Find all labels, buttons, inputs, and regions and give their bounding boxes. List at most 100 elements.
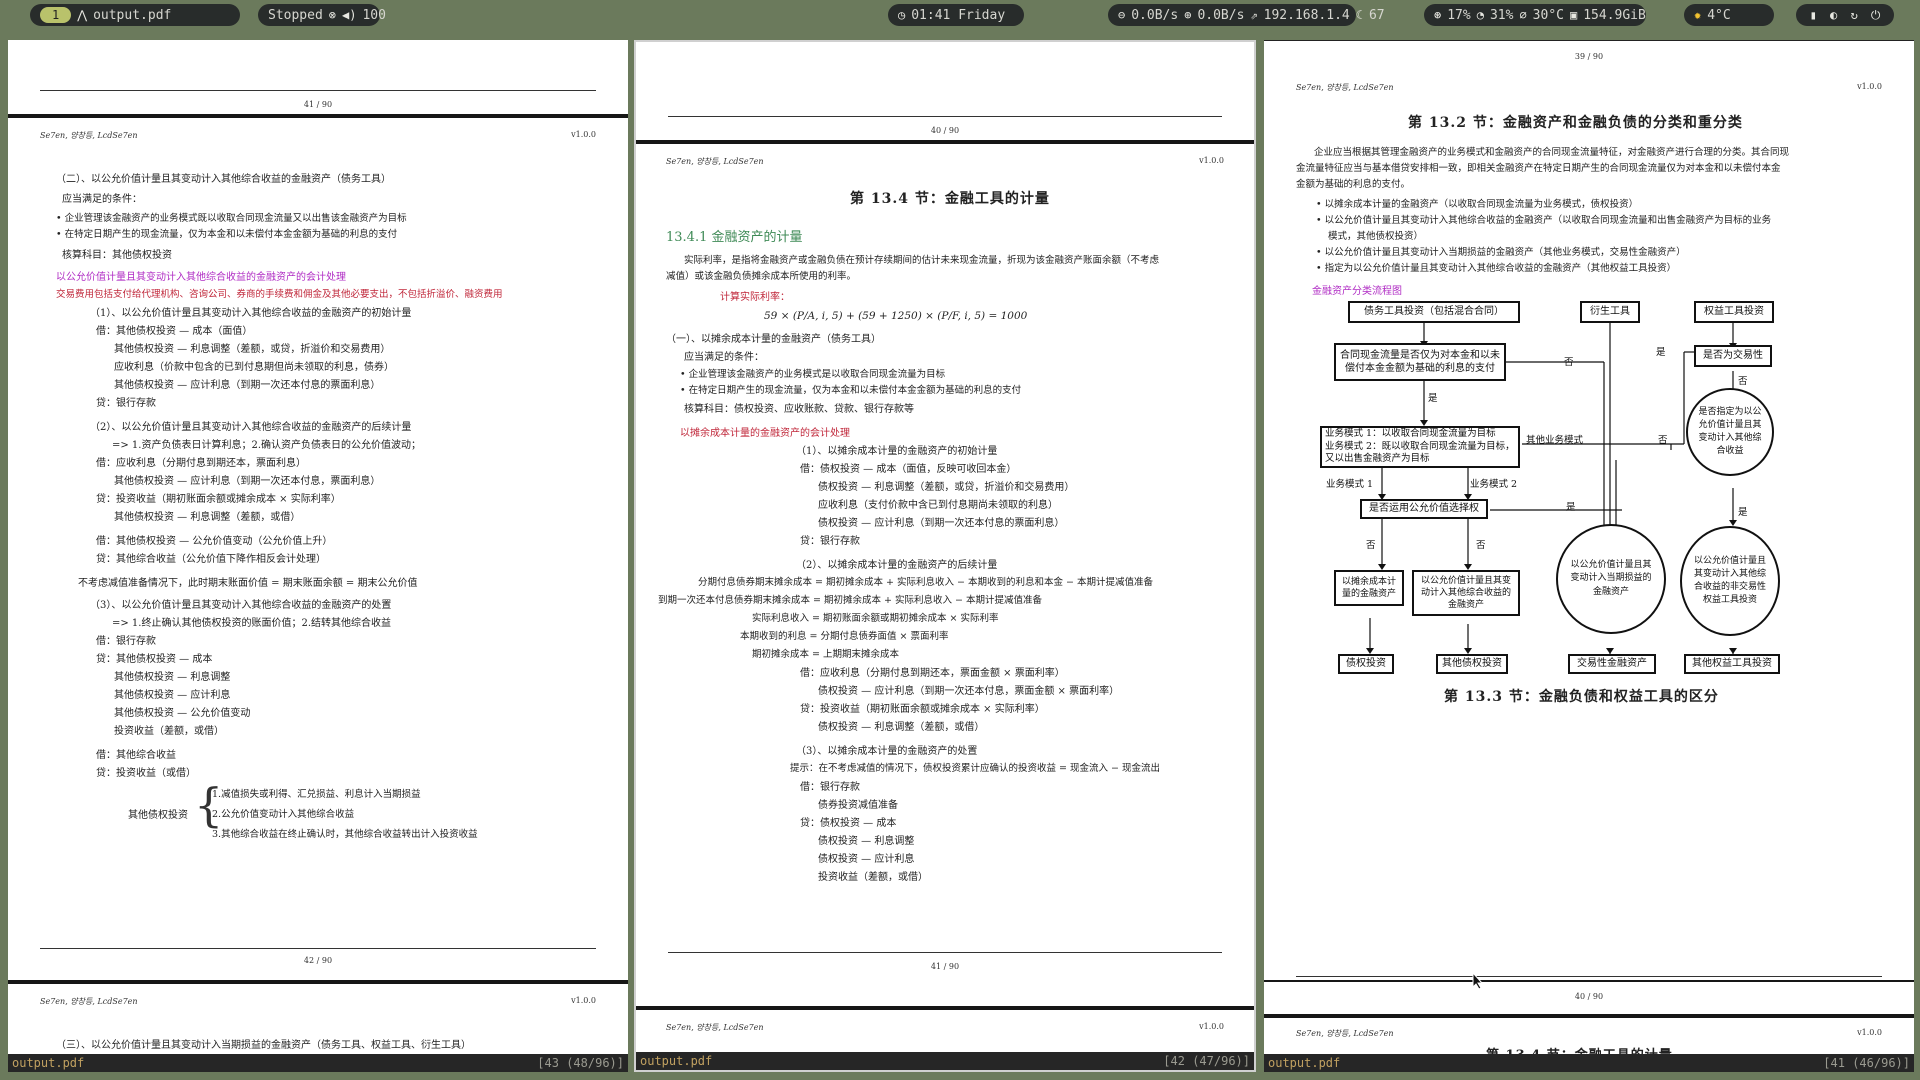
text-line: => 1.资产负债表日计算利息；2.确认资产负债表日的公允价值波动； <box>112 440 422 451</box>
flow-node-designated-fv: 是否指定为以公允价值计量且其变动计入其他综合收益 <box>1686 388 1774 476</box>
page-header-version: v1.0.0 <box>1857 1028 1882 1037</box>
text-line: 贷：投资收益（期初账面余额或摊余成本 × 实际利率） <box>800 704 1045 715</box>
ethernet-icon: ⇗ <box>1250 8 1258 22</box>
flow-label-no: 否 <box>1476 540 1486 551</box>
pdf-page: 40 / 90 <box>636 42 1254 140</box>
reboot-icon[interactable]: ↻ <box>1850 8 1857 22</box>
text-line: 其他债权投资 — 利息调整（差额，或借） <box>114 512 301 523</box>
text-line: 债权投资 — 应计利息（到期一次还本付息，票面金额 × 票面利率） <box>818 686 1120 697</box>
page-number: 40 / 90 <box>930 126 960 135</box>
text-line: 借：应收利息（分期付息到期还本，票面利息） <box>96 458 306 469</box>
text-line: 1.减值损失或利得、汇兑损益、利息计入当期损益 <box>212 789 421 800</box>
disk-free: 154.9GiB <box>1583 7 1646 23</box>
page-header-authors: Se7en, 양창등, LcdSe7en <box>1296 1029 1394 1038</box>
page-header-version: v1.0.0 <box>1199 156 1224 165</box>
pdf-page: Se7en, 양창등, LcdSe7en v1.0.0 第 13.4 节：金融工… <box>636 144 1254 1006</box>
section-heading: 以摊余成本计量的金融资产的会计处理 <box>680 428 850 439</box>
flow-label-model1: 业务模式 1 <box>1326 479 1374 490</box>
page-header-version: v1.0.0 <box>571 996 596 1005</box>
brace-label: 其他债权投资 <box>128 810 188 821</box>
text-line: 借：债权投资 — 成本（面值，反映可收回本金） <box>800 464 1017 475</box>
pdf-page: Se7en, 양창등, LcdSe7en v1.0.0 第 13.4 节：金融工… <box>1264 1018 1914 1058</box>
flow-label-yes: 是 <box>1428 393 1438 404</box>
subsection-title: 13.4.1 金融资产的计量 <box>666 230 803 245</box>
power-icon[interactable]: ⏻ <box>1871 8 1881 23</box>
temperature: 30°C <box>1532 7 1564 23</box>
lock-icon[interactable]: ▮ <box>1810 8 1817 22</box>
text-line: • 企业管理该金融资产的业务模式既以收取合同现金流量又以出售该金融资产为目标 <box>56 213 407 224</box>
text-line: 实际利息收入 = 期初账面余额或期初摊余成本 × 实际利率 <box>752 613 999 624</box>
text-line: 分期付息债券期末摊余成本 = 期初摊余成本 + 实际利息收入 − 本期收到的利息… <box>698 577 1153 588</box>
flow-label-yes: 是 <box>1566 502 1576 513</box>
text-line: （2）、以摊余成本计量的金融资产的后续计量 <box>796 560 998 571</box>
page-number: 41 / 90 <box>930 962 960 971</box>
text-line: 其他债权投资 — 应计利息（到期一次还本付息，票面利息） <box>114 476 381 487</box>
mem-usage: 31% <box>1489 7 1514 23</box>
text-line: 借：银行存款 <box>800 782 860 793</box>
text-line: （1）、以公允价值计量且其变动计入其他综合收益的金融资产的初始计量 <box>90 308 412 319</box>
logout-icon[interactable]: ◐ <box>1830 8 1837 22</box>
pdf-viewer-pane-middle[interactable]: 40 / 90 Se7en, 양창등, LcdSe7en v1.0.0 第 13… <box>634 40 1256 1072</box>
text-line: => 1.终止确认其他债权投资的账面价值；2.结转其他综合收益 <box>112 618 392 629</box>
text-line: • 在特定日期产生的现金流量，仅为本金和以未偿付本金金额为基础的利息的支付 <box>680 385 1022 396</box>
pdf-viewer-pane-left[interactable]: 41 / 90 Se7en, 양창등, LcdSe7en v1.0.0 （二）、… <box>8 40 628 1072</box>
sun-icon: ✹ <box>1694 8 1702 22</box>
flow-node-equity-instrument: 权益工具投资 <box>1694 301 1774 323</box>
system-pill: ⊛ 17% ◔ 31% ⌀ 30°C ▣ 154.9GiB <box>1424 4 1646 26</box>
workspace-indicator[interactable]: 1 <box>40 7 72 23</box>
text-line: 债权投资 — 利息调整（差额，或借） <box>818 722 985 733</box>
text-line: （二）、以公允价值计量且其变动计入其他综合收益的金融资产（债务工具） <box>56 174 391 185</box>
footer-rule <box>40 90 596 91</box>
network-pill: ⊖ 0.0B/s ⊕ 0.0B/s ⇗ 192.168.1.4 ☾ 67 <box>1108 4 1385 26</box>
footer-rule <box>668 116 1222 117</box>
text-line: • 在特定日期产生的现金流量，仅为本金和以未偿付本金金额为基础的利息的支付 <box>56 229 398 240</box>
text-line: 核算科目：债权投资、应收账款、贷款、银行存款等 <box>684 404 914 415</box>
text-line: （一）、以摊余成本计量的金融资产（债务工具） <box>666 334 881 345</box>
thermometer-icon: ⌀ <box>1519 8 1527 22</box>
text-line: 应当满足的条件： <box>684 352 764 363</box>
text-line: 借：其他债权投资 — 公允价值变动（公允价值上升） <box>96 536 333 547</box>
text-line: 实际利率，是指将金融资产或金融负债在预计存续期间的估计未来现金流量，折现为该金融… <box>684 252 1159 266</box>
page-header-version: v1.0.0 <box>1199 1022 1224 1031</box>
page-header-authors: Se7en, 양창등, LcdSe7en <box>666 157 764 166</box>
pdf-page: 40 / 90 <box>1264 982 1914 1014</box>
volume-icon[interactable]: ◀) <box>342 8 356 22</box>
clock[interactable]: 01:41 Friday <box>911 8 1005 23</box>
text-line: 贷：债权投资 — 成本 <box>800 818 897 829</box>
text-line: 3.其他综合收益在终止确认时，其他综合收益转出计入投资收益 <box>212 829 478 840</box>
flow-node-fv-option: 是否运用公允价值选择权 <box>1360 499 1488 519</box>
text-line: 不考虑减值准备情况下，此时期末账面价值 = 期末账面余额 = 期末公允价值 <box>78 578 418 589</box>
flow-node-fvoci-equity: 以公允价值计量且其变动计入其他综合收益的非交易性权益工具投资 <box>1680 526 1780 636</box>
text-line: 投资收益（差额，或借） <box>114 726 224 737</box>
text-line: 贷：投资收益（或借） <box>96 768 196 779</box>
status-filename: output.pdf <box>640 1054 713 1068</box>
text-line: 期初摊余成本 = 上期期末摊余成本 <box>752 649 899 660</box>
text-line: 借：其他综合收益 <box>96 750 176 761</box>
text-line: 应当满足的条件： <box>62 194 142 205</box>
power-pill: ▮ ◐ ↻ ⏻ <box>1796 4 1894 26</box>
page-number: 41 / 90 <box>303 100 333 109</box>
text-line: （1）、以摊余成本计量的金融资产的初始计量 <box>796 446 998 457</box>
volume-value: 100 <box>362 7 386 23</box>
download-icon: ⊖ <box>1118 8 1126 22</box>
stop-icon[interactable]: ⊗ <box>329 8 336 22</box>
text-line: （2）、以公允价值计量且其变动计入其他综合收益的金融资产的后续计量 <box>90 422 412 433</box>
player-status[interactable]: Stopped <box>268 8 323 23</box>
mouse-cursor-icon <box>1472 972 1484 990</box>
flow-label-no: 否 <box>1564 357 1574 368</box>
text-line: （三）、以公允价值计量且其变动计入当期损益的金融资产（债务工具、权益工具、衍生工… <box>56 1040 471 1051</box>
text-line: 借：银行存款 <box>96 636 156 647</box>
pdf-page: Se7en, 양창등, LcdSe7en v1.0.0 <box>636 1010 1254 1054</box>
text-line: 债权投资 — 利息调整 <box>818 836 915 847</box>
flow-label-no: 否 <box>1738 376 1748 387</box>
flow-node-amortized-cost: 以摊余成本计量的金融资产 <box>1334 570 1404 606</box>
flow-node-derivative: 衍生工具 <box>1580 301 1640 323</box>
text-span: 实际利率，是指将金融资产或金融负债在预计存续期间的估计未来现金流量，折现为该金融… <box>684 255 1160 266</box>
footer-rule <box>40 948 596 949</box>
text-line: 贷：银行存款 <box>800 536 860 547</box>
pdf-viewer-pane-right[interactable]: 39 / 90 Se7en, 양창등, LcdSe7en v1.0.0 第 13… <box>1264 40 1914 1072</box>
net-down: 0.0B/s <box>1131 7 1179 23</box>
flow-node-business-model: 业务模式 1：以收取合同现金流量为目标 业务模式 2：既以收取合同现金流量为目标… <box>1320 426 1520 468</box>
page-header-authors: Se7en, 양창등, LcdSe7en <box>666 1023 764 1032</box>
next-section-title: 第 13.3 节：金融负债和权益工具的区分 <box>1444 689 1719 705</box>
